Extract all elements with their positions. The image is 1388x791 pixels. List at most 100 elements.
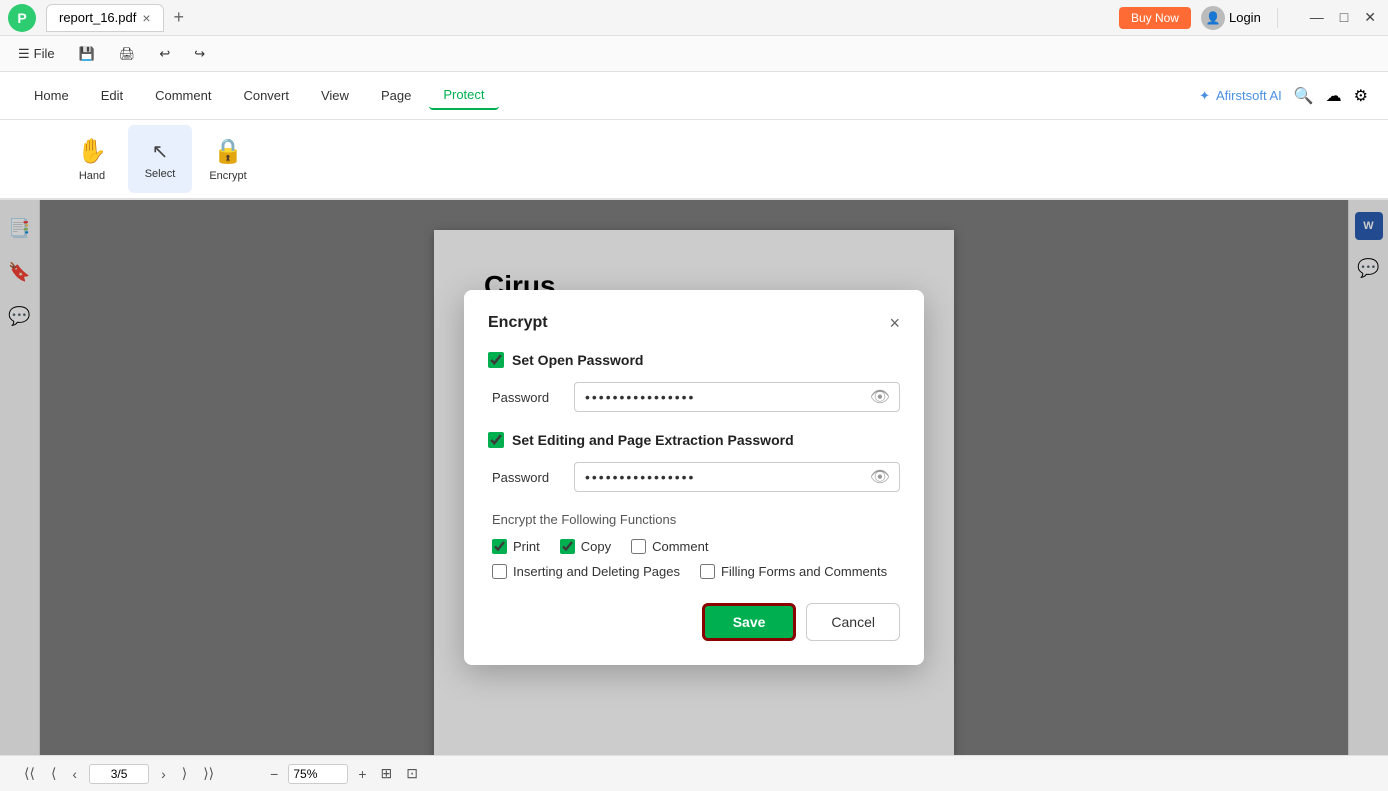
active-tab[interactable]: report_16.pdf × — [46, 4, 164, 32]
new-tab-button[interactable]: + — [168, 7, 191, 28]
menu-view[interactable]: View — [307, 82, 363, 109]
cancel-button[interactable]: Cancel — [806, 603, 900, 641]
copy-checkbox[interactable] — [560, 539, 575, 554]
hand-label: Hand — [79, 170, 105, 182]
modal-title: Encrypt — [488, 314, 548, 332]
filling-forms-checkbox-item: Filling Forms and Comments — [700, 564, 887, 579]
ribbon: ✋ Hand ↖ Select 🔒 Encrypt — [0, 120, 1388, 200]
copy-label: Copy — [581, 539, 611, 554]
editing-password-input-wrap: 👁 — [574, 462, 900, 492]
fit-width-button[interactable]: ⊡ — [402, 763, 422, 784]
select-icon: ↖ — [152, 139, 169, 164]
encrypt-modal: Encrypt × Set Open Password Password 👁 S… — [464, 290, 924, 665]
first-page-button[interactable]: ⟨⟨ — [20, 763, 39, 784]
zoom-level-input[interactable] — [288, 764, 348, 784]
redo-button[interactable]: ↪ — [188, 44, 211, 64]
bottom-bar: ⟨⟨ ⟨ ‹ › ⟩ ⟩⟩ − + ⊞ ⊡ — [0, 755, 1388, 791]
file-menu-button[interactable]: ☰ File — [12, 44, 61, 64]
save-button[interactable]: Save — [702, 603, 797, 641]
toggle-editing-password-visibility-icon[interactable]: 👁 — [870, 467, 890, 487]
select-label: Select — [145, 168, 176, 180]
encrypt-label: Encrypt — [209, 170, 246, 182]
functions-label: Encrypt the Following Functions — [488, 512, 900, 527]
tab-close-button[interactable]: × — [142, 11, 150, 25]
redo-icon: ↪ — [194, 46, 205, 62]
print-checkbox[interactable] — [492, 539, 507, 554]
prev-prev-page-button[interactable]: ⟨ — [47, 763, 60, 784]
functions-row-1: Print Copy Comment — [488, 539, 900, 554]
hand-icon: ✋ — [77, 137, 107, 166]
buy-now-button[interactable]: Buy Now — [1119, 7, 1191, 29]
cloud-icon[interactable]: ☁ — [1326, 86, 1342, 106]
open-password-input-wrap: 👁 — [574, 382, 900, 412]
ai-button[interactable]: ✦ Afirstsoft AI — [1199, 88, 1282, 104]
comment-checkbox[interactable] — [631, 539, 646, 554]
encrypt-tool-button[interactable]: 🔒 Encrypt — [196, 125, 260, 193]
undo-button[interactable]: ↩ — [153, 44, 176, 64]
next-page-button[interactable]: › — [157, 764, 170, 784]
undo-icon: ↩ — [159, 46, 170, 62]
functions-row-2: Inserting and Deleting Pages Filling For… — [488, 564, 900, 579]
password-label-2: Password — [492, 470, 564, 485]
open-password-label: Set Open Password — [512, 352, 643, 368]
last-page-button[interactable]: ⟩⟩ — [199, 763, 218, 784]
modal-close-button[interactable]: × — [889, 314, 900, 332]
open-password-checkbox[interactable] — [488, 352, 504, 368]
open-password-input[interactable] — [574, 382, 900, 412]
hand-tool-button[interactable]: ✋ Hand — [60, 125, 124, 193]
print-checkbox-item: Print — [492, 539, 540, 554]
app-logo: P — [8, 4, 36, 32]
prev-page-button[interactable]: ‹ — [68, 764, 81, 784]
menu-convert[interactable]: Convert — [229, 82, 303, 109]
editing-password-row: Password 👁 — [488, 462, 900, 492]
inserting-deleting-label: Inserting and Deleting Pages — [513, 564, 680, 579]
tab-filename: report_16.pdf — [59, 10, 136, 25]
zoom-in-button[interactable]: + — [354, 764, 370, 784]
print-label: Print — [513, 539, 540, 554]
fit-page-button[interactable]: ⊞ — [377, 763, 397, 784]
inserting-deleting-checkbox-item: Inserting and Deleting Pages — [492, 564, 680, 579]
settings-icon[interactable]: ⚙ — [1354, 86, 1368, 106]
menu-home[interactable]: Home — [20, 82, 83, 109]
menu-edit[interactable]: Edit — [87, 82, 137, 109]
close-button[interactable]: ✕ — [1360, 9, 1380, 26]
tab-area: P report_16.pdf × + — [8, 4, 190, 32]
save-icon: 💾 — [79, 46, 95, 62]
toolbar: ☰ File 💾 🖨 ↩ ↪ — [0, 36, 1388, 72]
separator — [1277, 8, 1278, 28]
minimize-button[interactable]: — — [1306, 9, 1328, 26]
modal-header: Encrypt × — [488, 314, 900, 332]
next-next-page-button[interactable]: ⟩ — [178, 763, 191, 784]
titlebar-right: Buy Now 👤 Login — □ ✕ — [1119, 6, 1380, 30]
menu-comment[interactable]: Comment — [141, 82, 225, 109]
save-button[interactable]: 💾 — [73, 44, 101, 64]
titlebar: P report_16.pdf × + Buy Now 👤 Login — □ … — [0, 0, 1388, 36]
inserting-deleting-checkbox[interactable] — [492, 564, 507, 579]
modal-overlay: Encrypt × Set Open Password Password 👁 S… — [0, 200, 1388, 755]
editing-password-checkbox[interactable] — [488, 432, 504, 448]
login-button[interactable]: 👤 Login — [1201, 6, 1261, 30]
copy-checkbox-item: Copy — [560, 539, 611, 554]
search-icon[interactable]: 🔍 — [1294, 86, 1314, 106]
print-icon: 🖨 — [119, 46, 136, 62]
menu-protect[interactable]: Protect — [429, 81, 498, 110]
editing-password-input[interactable] — [574, 462, 900, 492]
editing-password-section: Set Editing and Page Extraction Password — [488, 432, 900, 448]
open-password-section: Set Open Password — [488, 352, 900, 368]
modal-footer: Save Cancel — [488, 603, 900, 641]
page-number-input[interactable] — [89, 764, 149, 784]
filling-forms-checkbox[interactable] — [700, 564, 715, 579]
zoom-out-button[interactable]: − — [266, 764, 282, 784]
print-button[interactable]: 🖨 — [113, 44, 142, 64]
toggle-open-password-visibility-icon[interactable]: 👁 — [870, 387, 890, 407]
comment-checkbox-item: Comment — [631, 539, 708, 554]
zoom-controls: − + ⊞ ⊡ — [266, 763, 422, 784]
user-avatar: 👤 — [1201, 6, 1225, 30]
select-tool-button[interactable]: ↖ Select — [128, 125, 192, 193]
open-password-row: Password 👁 — [488, 382, 900, 412]
maximize-button[interactable]: □ — [1336, 9, 1352, 26]
menubar: Home Edit Comment Convert View Page Prot… — [0, 72, 1388, 120]
menu-page[interactable]: Page — [367, 82, 425, 109]
password-label-1: Password — [492, 390, 564, 405]
encrypt-icon: 🔒 — [213, 137, 243, 166]
